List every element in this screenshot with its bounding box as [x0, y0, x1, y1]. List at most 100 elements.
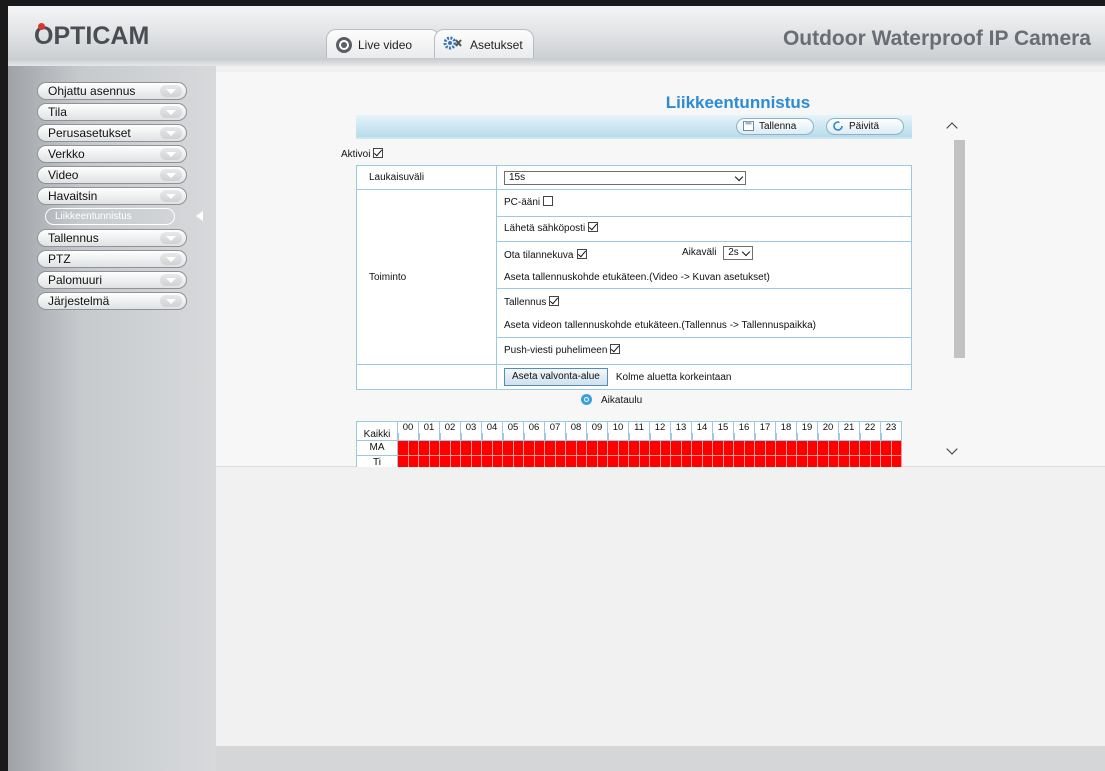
schedule-cell[interactable]	[534, 441, 545, 456]
schedule-cell[interactable]	[734, 441, 745, 456]
schedule-hour-header[interactable]: 16	[734, 421, 755, 441]
schedule-day-label[interactable]: Ti	[356, 456, 398, 467]
email-checkbox[interactable]	[588, 222, 599, 232]
schedule-cell[interactable]	[471, 441, 482, 456]
schedule-cell[interactable]	[839, 441, 850, 456]
sidebar-item-network[interactable]: Verkko	[37, 145, 187, 163]
sidebar-item-setup-wizard[interactable]: Ohjattu asennus	[37, 82, 187, 100]
schedule-cell[interactable]	[776, 441, 787, 456]
schedule-cell[interactable]	[524, 456, 535, 467]
schedule-cell[interactable]	[629, 441, 640, 456]
schedule-cell[interactable]	[870, 441, 881, 456]
schedule-cell[interactable]	[492, 441, 503, 456]
schedule-cell[interactable]	[503, 456, 514, 467]
refresh-button[interactable]: Päivitä	[826, 118, 904, 135]
set-area-button[interactable]: Aseta valvonta-alue	[504, 368, 608, 386]
schedule-cell[interactable]	[723, 441, 734, 456]
schedule-cell[interactable]	[818, 456, 829, 467]
schedule-cell[interactable]	[797, 441, 808, 456]
schedule-hour-header[interactable]: 19	[797, 421, 818, 441]
schedule-cell[interactable]	[734, 456, 745, 467]
schedule-hour-header[interactable]: 05	[503, 421, 524, 441]
schedule-cell[interactable]	[450, 441, 461, 456]
schedule-cell[interactable]	[755, 441, 766, 456]
schedule-cell[interactable]	[576, 456, 587, 467]
schedule-cell[interactable]	[755, 456, 766, 467]
schedule-cell[interactable]	[765, 456, 776, 467]
schedule-cell[interactable]	[450, 456, 461, 467]
schedule-cell[interactable]	[671, 441, 682, 456]
sidebar-item-recording[interactable]: Tallennus	[37, 229, 187, 247]
schedule-hour-header[interactable]: 20	[818, 421, 839, 441]
schedule-cell[interactable]	[555, 441, 566, 456]
sidebar-item-system[interactable]: Järjestelmä	[37, 292, 187, 310]
schedule-cell[interactable]	[566, 456, 577, 467]
schedule-cell[interactable]	[744, 456, 755, 467]
schedule-cell[interactable]	[828, 456, 839, 467]
schedule-cell[interactable]	[650, 456, 661, 467]
sidebar-item-basic-settings[interactable]: Perusasetukset	[37, 124, 187, 142]
schedule-cell[interactable]	[881, 441, 892, 456]
sidebar-item-ptz[interactable]: PTZ	[37, 250, 187, 268]
schedule-cell[interactable]	[461, 456, 472, 467]
schedule-cell[interactable]	[618, 441, 629, 456]
schedule-cell[interactable]	[671, 456, 682, 467]
schedule-cell[interactable]	[534, 456, 545, 467]
sidebar-item-video[interactable]: Video	[37, 166, 187, 184]
schedule-cell[interactable]	[839, 456, 850, 467]
activate-checkbox[interactable]	[373, 148, 384, 158]
schedule-cell[interactable]	[881, 456, 892, 467]
schedule-hour-header[interactable]: 04	[482, 421, 503, 441]
schedule-cell[interactable]	[650, 441, 661, 456]
schedule-cell[interactable]	[492, 456, 503, 467]
schedule-cell[interactable]	[429, 456, 440, 467]
schedule-cell[interactable]	[419, 441, 430, 456]
schedule-cell[interactable]	[807, 456, 818, 467]
schedule-cell[interactable]	[860, 441, 871, 456]
sidebar-item-firewall[interactable]: Palomuuri	[37, 271, 187, 289]
schedule-cell[interactable]	[461, 441, 472, 456]
schedule-cell[interactable]	[639, 441, 650, 456]
schedule-cell[interactable]	[576, 441, 587, 456]
schedule-cell[interactable]	[545, 441, 556, 456]
schedule-cell[interactable]	[891, 441, 902, 456]
schedule-cell[interactable]	[587, 456, 598, 467]
scroll-up-icon[interactable]	[946, 122, 958, 134]
schedule-hour-header[interactable]: 21	[839, 421, 860, 441]
schedule-cell[interactable]	[681, 441, 692, 456]
schedule-cell[interactable]	[618, 456, 629, 467]
record-checkbox[interactable]	[549, 296, 560, 306]
schedule-cell[interactable]	[860, 456, 871, 467]
schedule-hour-header[interactable]: 06	[524, 421, 545, 441]
vertical-scrollbar[interactable]	[938, 114, 966, 464]
schedule-hour-header[interactable]: 09	[587, 421, 608, 441]
schedule-cell[interactable]	[482, 441, 493, 456]
schedule-hour-header[interactable]: 22	[860, 421, 881, 441]
schedule-cell[interactable]	[398, 456, 409, 467]
schedule-cell[interactable]	[608, 441, 619, 456]
schedule-hour-header[interactable]: 18	[776, 421, 797, 441]
schedule-hour-header[interactable]: 15	[713, 421, 734, 441]
schedule-hour-header[interactable]: 10	[608, 421, 629, 441]
schedule-cell[interactable]	[639, 456, 650, 467]
schedule-cell[interactable]	[891, 456, 902, 467]
schedule-hour-header[interactable]: 12	[650, 421, 671, 441]
schedule-cell[interactable]	[398, 441, 409, 456]
schedule-cell[interactable]	[828, 441, 839, 456]
schedule-cell[interactable]	[849, 441, 860, 456]
save-button[interactable]: Tallenna	[736, 118, 814, 135]
schedule-cell[interactable]	[713, 456, 724, 467]
schedule-cell[interactable]	[545, 456, 556, 467]
schedule-cell[interactable]	[513, 441, 524, 456]
schedule-cell[interactable]	[587, 441, 598, 456]
schedule-cell[interactable]	[408, 456, 419, 467]
schedule-cell[interactable]	[503, 441, 514, 456]
schedule-cell[interactable]	[849, 456, 860, 467]
schedule-cell[interactable]	[419, 456, 430, 467]
schedule-cell[interactable]	[786, 441, 797, 456]
schedule-hour-header[interactable]: 14	[692, 421, 713, 441]
schedule-hour-header[interactable]: 00	[398, 421, 419, 441]
schedule-cell[interactable]	[870, 456, 881, 467]
pc-sound-checkbox[interactable]	[543, 196, 554, 206]
schedule-hour-header[interactable]: 02	[440, 421, 461, 441]
